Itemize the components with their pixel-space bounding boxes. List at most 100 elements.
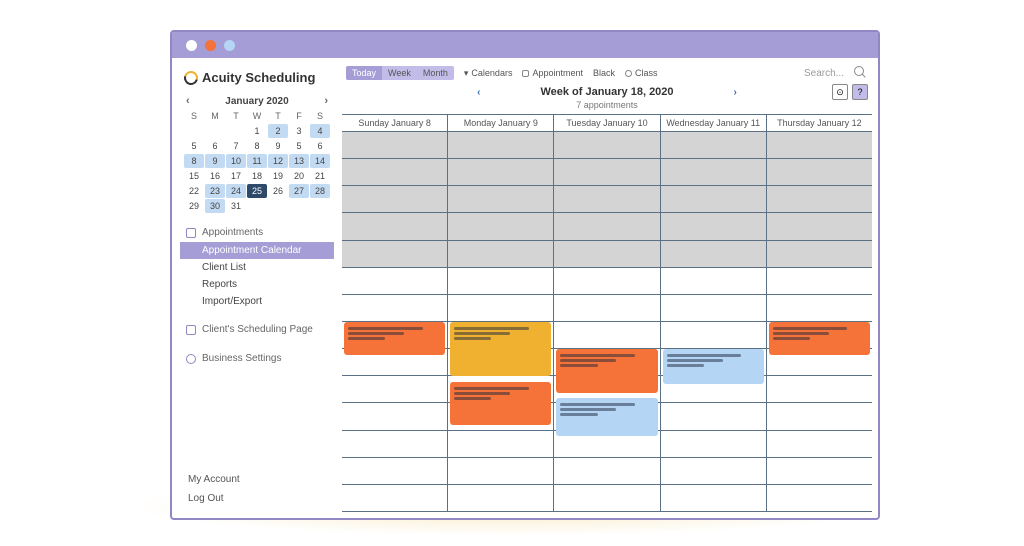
mini-cal-day[interactable]: 31: [226, 199, 246, 213]
calendar-cell[interactable]: [448, 159, 553, 186]
titlebar-dot-close[interactable]: [186, 40, 197, 51]
mini-cal-day[interactable]: 23: [205, 184, 225, 198]
mini-cal-day[interactable]: 8: [184, 154, 204, 168]
calendar-cell[interactable]: [767, 186, 872, 213]
calendar-cell[interactable]: [342, 186, 447, 213]
calendar-cell[interactable]: [342, 159, 447, 186]
mini-cal-day[interactable]: 1: [247, 124, 267, 138]
calendar-event[interactable]: [556, 349, 657, 392]
help-button[interactable]: ?: [852, 84, 868, 100]
mini-cal-day[interactable]: 22: [184, 184, 204, 198]
calendar-cell[interactable]: [342, 132, 447, 159]
calendar-cell[interactable]: [767, 431, 872, 458]
calendar-event[interactable]: [344, 322, 445, 355]
mini-cal-day[interactable]: 26: [268, 184, 288, 198]
calendar-cell[interactable]: [661, 485, 766, 512]
calendar-cell[interactable]: [767, 132, 872, 159]
mini-cal-day[interactable]: 30: [205, 199, 225, 213]
log-out-link[interactable]: Log Out: [188, 489, 240, 508]
mini-cal-day[interactable]: 28: [310, 184, 330, 198]
calendar-cell[interactable]: [661, 186, 766, 213]
calendar-cell[interactable]: [661, 241, 766, 268]
mini-cal-day[interactable]: 25: [247, 184, 267, 198]
black-button[interactable]: Black: [593, 68, 615, 78]
mini-cal-day[interactable]: 7: [226, 139, 246, 153]
sidebar-appointments-head[interactable]: Appointments: [180, 223, 334, 242]
calendar-cell[interactable]: [661, 295, 766, 322]
calendar-cell[interactable]: [554, 132, 659, 159]
view-toggle-week[interactable]: Week: [382, 66, 417, 80]
week-prev-icon[interactable]: ‹: [477, 87, 480, 98]
mini-cal-day[interactable]: 18: [247, 169, 267, 183]
calendar-cell[interactable]: [554, 485, 659, 512]
calendar-cell[interactable]: [661, 322, 766, 349]
calendar-cell[interactable]: [767, 403, 872, 430]
mini-cal-day[interactable]: 24: [226, 184, 246, 198]
calendar-cell[interactable]: [342, 431, 447, 458]
mini-cal-day[interactable]: 19: [268, 169, 288, 183]
brand-logo[interactable]: Acuity Scheduling: [180, 68, 334, 93]
calendar-cell[interactable]: [342, 485, 447, 512]
mini-cal-day[interactable]: 13: [289, 154, 309, 168]
calendar-cell[interactable]: [554, 268, 659, 295]
mini-cal-day[interactable]: 15: [184, 169, 204, 183]
sidebar-item[interactable]: Reports: [180, 276, 334, 293]
calendar-cell[interactable]: [342, 376, 447, 403]
calendar-cell[interactable]: [767, 268, 872, 295]
calendar-cell[interactable]: [661, 458, 766, 485]
calendar-cell[interactable]: [342, 458, 447, 485]
calendar-cell[interactable]: [661, 159, 766, 186]
calendar-cell[interactable]: [661, 431, 766, 458]
calendar-cell[interactable]: [554, 159, 659, 186]
calendar-event[interactable]: [769, 322, 870, 355]
mini-cal-day[interactable]: 11: [247, 154, 267, 168]
calendars-filter[interactable]: ▾ Calendars: [464, 68, 513, 79]
titlebar-dot-minimize[interactable]: [205, 40, 216, 51]
mini-cal-prev-icon[interactable]: ‹: [186, 95, 190, 107]
calendar-cell[interactable]: [767, 241, 872, 268]
mini-cal-day[interactable]: 12: [268, 154, 288, 168]
mini-cal-day[interactable]: 17: [226, 169, 246, 183]
calendar-cell[interactable]: [767, 458, 872, 485]
mini-cal-day[interactable]: 5: [184, 139, 204, 153]
mini-cal-next-icon[interactable]: ›: [324, 95, 328, 107]
calendar-cell[interactable]: [448, 132, 553, 159]
calendar-cell[interactable]: [554, 241, 659, 268]
calendar-cell[interactable]: [661, 268, 766, 295]
view-toggle-today[interactable]: Today: [346, 66, 382, 80]
search-input[interactable]: Search...: [804, 68, 844, 79]
calendar-cell[interactable]: [448, 295, 553, 322]
search-icon[interactable]: [854, 66, 868, 80]
calendar-cell[interactable]: [767, 485, 872, 512]
my-account-link[interactable]: My Account: [188, 470, 240, 489]
sidebar-item[interactable]: Client List: [180, 259, 334, 276]
mini-cal-day[interactable]: 14: [310, 154, 330, 168]
calendar-cell[interactable]: [661, 403, 766, 430]
mini-cal-day[interactable]: 6: [205, 139, 225, 153]
view-toggle-month[interactable]: Month: [417, 66, 454, 80]
sidebar-settings-head[interactable]: Business Settings: [180, 349, 334, 368]
appointment-button[interactable]: Appointment: [522, 68, 583, 78]
sidebar-scheduling-head[interactable]: Client's Scheduling Page: [180, 320, 334, 339]
calendar-cell[interactable]: [767, 295, 872, 322]
mini-cal-day[interactable]: 6: [310, 139, 330, 153]
calendar-event[interactable]: [450, 322, 551, 376]
calendar-cell[interactable]: [448, 458, 553, 485]
calendar-cell[interactable]: [448, 186, 553, 213]
calendar-cell[interactable]: [448, 213, 553, 240]
mini-cal-day[interactable]: 9: [268, 139, 288, 153]
mini-cal-day[interactable]: 9: [205, 154, 225, 168]
titlebar-dot-maximize[interactable]: [224, 40, 235, 51]
mini-cal-day[interactable]: 27: [289, 184, 309, 198]
calendar-cell[interactable]: [342, 213, 447, 240]
calendar-cell[interactable]: [342, 295, 447, 322]
calendar-cell[interactable]: [767, 159, 872, 186]
mini-cal-day[interactable]: 20: [289, 169, 309, 183]
calendar-cell[interactable]: [448, 431, 553, 458]
calendar-event[interactable]: [450, 382, 551, 425]
calendar-cell[interactable]: [554, 295, 659, 322]
mini-cal-day[interactable]: 3: [289, 124, 309, 138]
calendar-event[interactable]: [663, 349, 764, 384]
calendar-cell[interactable]: [448, 241, 553, 268]
calendar-cell[interactable]: [342, 268, 447, 295]
